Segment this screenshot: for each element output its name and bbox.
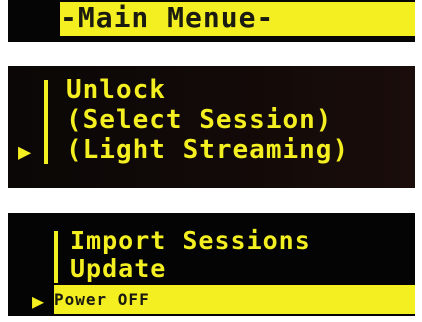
triangle-right-icon: ▶ xyxy=(18,140,32,165)
system-menu-screen: ▶ Import Sessions Update Power OFF xyxy=(8,213,415,316)
scroll-bar xyxy=(44,80,48,164)
unlock-menu-screen: ▶ Unlock (Select Session) (Light Streami… xyxy=(8,66,415,188)
menu-item-power-off[interactable]: Power OFF xyxy=(54,285,415,314)
menu-item-select-session[interactable]: (Select Session) xyxy=(66,106,332,134)
menu-item-unlock[interactable]: Unlock xyxy=(66,76,166,104)
menu-item-update[interactable]: Update xyxy=(70,255,166,283)
menu-item-light-streaming[interactable]: (Light Streaming) xyxy=(66,136,349,164)
triangle-right-icon: ▶ xyxy=(32,289,45,313)
menu-title: -Main Menue- xyxy=(60,2,415,36)
menu-item-import-sessions[interactable]: Import Sessions xyxy=(70,227,311,255)
scroll-bar xyxy=(54,231,58,283)
main-menu-screen: -Main Menue- xyxy=(8,0,415,42)
